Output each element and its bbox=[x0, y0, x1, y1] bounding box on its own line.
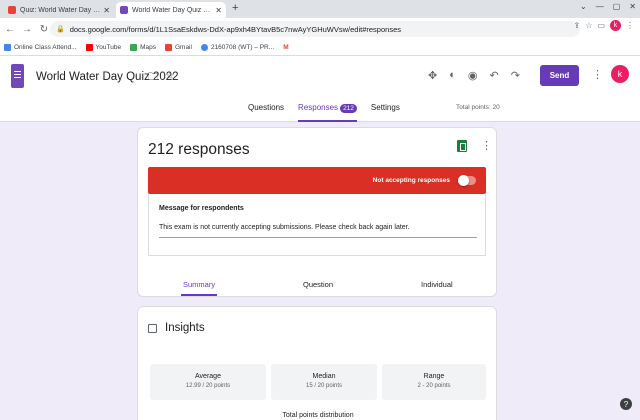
gmail-m-icon: M bbox=[283, 44, 289, 51]
chevron-down-icon[interactable]: ⌄ bbox=[580, 2, 587, 11]
forward-arrow-icon[interactable]: → bbox=[20, 24, 34, 35]
bookmark-online-class[interactable]: Online Class Attend... bbox=[4, 44, 77, 51]
close-window-icon[interactable]: ✕ bbox=[629, 2, 636, 11]
browser-tab-strip: Quiz: World Water Day Permissio ✕ World … bbox=[0, 0, 640, 18]
insights-card: Insights Average 12.99 / 20 points Media… bbox=[137, 306, 497, 420]
tab-questions[interactable]: Questions bbox=[248, 103, 284, 122]
share-icon[interactable]: ⇪ bbox=[574, 21, 581, 30]
stat-value: 15 / 20 points bbox=[305, 383, 343, 389]
total-points: Total points: 20 bbox=[456, 104, 500, 111]
header-actions: ✥ ◐ ◉ ↶ ↷ bbox=[428, 69, 520, 82]
extensions-icon[interactable]: ▭ bbox=[597, 21, 605, 30]
stat-value: 12.99 / 20 points bbox=[185, 383, 231, 389]
accepting-responses-banner: Not accepting responses bbox=[148, 167, 486, 194]
bookmark-label: 2160708 (WT) – PR... bbox=[210, 44, 275, 51]
tab-label: Settings bbox=[370, 103, 400, 112]
lock-icon: 🔒 bbox=[56, 26, 65, 33]
browser-tab-title: Quiz: World Water Day Permissio bbox=[20, 6, 100, 14]
more-options-icon[interactable]: ⋮ bbox=[592, 68, 603, 81]
tab-summary[interactable]: Summary bbox=[180, 280, 218, 296]
globe-icon bbox=[200, 44, 208, 51]
toolbar-actions: ⇪ ☆ ▭ k ⋮ bbox=[574, 20, 634, 31]
browser-menu-icon[interactable]: ⋮ bbox=[626, 21, 634, 30]
new-tab-button[interactable]: + bbox=[232, 2, 238, 14]
stat-value: 2 - 20 points bbox=[417, 383, 451, 389]
bookmark-gmail-m[interactable]: M bbox=[283, 44, 288, 51]
bookmark-youtube[interactable]: YouTube bbox=[85, 44, 122, 51]
bookmark-label: YouTube bbox=[95, 44, 122, 51]
gmail-favicon-icon bbox=[8, 6, 16, 14]
stat-label: Median bbox=[312, 373, 336, 380]
tab-label: Responses bbox=[298, 103, 339, 112]
tab-individual[interactable]: Individual bbox=[421, 280, 453, 289]
account-avatar[interactable]: k bbox=[611, 65, 629, 83]
youtube-icon bbox=[85, 44, 93, 51]
bookmark-star-icon[interactable]: ☆ bbox=[585, 21, 592, 30]
undo-icon[interactable]: ↶ bbox=[489, 69, 498, 82]
browser-toolbar: ← → ↻ 🔒 docs.google.com/forms/d/1L1SsaEs… bbox=[0, 18, 640, 40]
reload-icon[interactable]: ↻ bbox=[37, 24, 51, 35]
browser-tab-title: World Water Day Quiz 2022 - Goo bbox=[132, 6, 212, 14]
browser-tab-forms-edit[interactable]: World Water Day Quiz 2022 - Goo ✕ bbox=[116, 2, 226, 18]
folder-icon[interactable]: 🗀 bbox=[148, 70, 158, 87]
insights-title: Insights bbox=[165, 322, 205, 334]
tab-question[interactable]: Question bbox=[303, 280, 333, 289]
distribution-title: Total points distribution bbox=[282, 412, 354, 419]
stat-label: Range bbox=[423, 373, 445, 380]
stat-median: Median 15 / 20 points bbox=[271, 364, 377, 400]
forms-favicon-icon bbox=[120, 6, 128, 14]
stat-range: Range 2 - 20 points bbox=[382, 364, 486, 400]
bookmarks-bar: Online Class Attend... YouTube Maps Gmai… bbox=[0, 40, 640, 56]
url-text: docs.google.com/forms/d/1L1SsaEskdws-DdX… bbox=[69, 24, 401, 34]
minimize-icon[interactable]: — bbox=[596, 2, 604, 11]
form-tabs: Questions Responses 212 Settings bbox=[248, 103, 414, 122]
close-tab-icon[interactable]: ✕ bbox=[103, 6, 110, 15]
maps-icon bbox=[130, 44, 138, 51]
insights-chart-icon bbox=[148, 324, 157, 333]
forms-header: World Water Day Quiz 2022 🗀 ☆ ✥ ◐ ◉ ↶ ↷ … bbox=[0, 56, 640, 122]
bookmark-label: Online Class Attend... bbox=[14, 44, 77, 51]
bookmark-label: Maps bbox=[140, 44, 156, 51]
help-icon[interactable]: ? bbox=[620, 398, 632, 410]
maximize-icon[interactable]: ▢ bbox=[613, 2, 621, 11]
more-options-icon[interactable]: ⋮ bbox=[481, 139, 492, 152]
message-label: Message for respondents bbox=[159, 205, 244, 212]
tab-settings[interactable]: Settings bbox=[371, 103, 400, 122]
gmail-icon bbox=[164, 44, 172, 51]
responses-count-badge: 212 bbox=[340, 104, 357, 113]
close-tab-icon[interactable]: ✕ bbox=[215, 6, 222, 15]
bookmark-wt[interactable]: 2160708 (WT) – PR... bbox=[200, 44, 275, 51]
window-controls: ⌄ — ▢ ✕ bbox=[580, 2, 636, 11]
palette-icon[interactable]: ◐ bbox=[449, 69, 456, 82]
tab-label: Questions bbox=[248, 103, 285, 112]
bookmark-maps[interactable]: Maps bbox=[130, 44, 156, 51]
stat-average: Average 12.99 / 20 points bbox=[150, 364, 266, 400]
tab-responses[interactable]: Responses 212 bbox=[298, 103, 357, 122]
redo-icon[interactable]: ↷ bbox=[511, 69, 520, 82]
back-arrow-icon[interactable]: ← bbox=[3, 24, 17, 35]
message-underline bbox=[159, 237, 477, 238]
profile-avatar[interactable]: k bbox=[610, 20, 621, 31]
browser-tab-quiz-permission[interactable]: Quiz: World Water Day Permissio ✕ bbox=[4, 2, 114, 18]
responses-heading: 212 responses bbox=[148, 141, 250, 158]
bookmark-gmail[interactable]: Gmail bbox=[164, 44, 192, 51]
forms-logo-icon[interactable] bbox=[11, 64, 24, 88]
responses-card: 212 responses ⋮ Not accepting responses … bbox=[137, 127, 497, 297]
accepting-toggle[interactable] bbox=[458, 175, 476, 186]
sheets-icon[interactable] bbox=[457, 140, 467, 152]
star-icon[interactable]: ☆ bbox=[165, 69, 175, 82]
respondent-message-box: Message for respondents This exam is not… bbox=[148, 194, 486, 256]
bookmark-label: Gmail bbox=[174, 44, 192, 51]
address-bar[interactable]: 🔒 docs.google.com/forms/d/1L1SsaEskdws-D… bbox=[50, 21, 580, 37]
stat-label: Average bbox=[195, 373, 221, 380]
response-view-tabs: Summary Question Individual bbox=[138, 275, 498, 298]
preview-eye-icon[interactable]: ◉ bbox=[468, 69, 478, 82]
send-button[interactable]: Send bbox=[540, 65, 579, 86]
accepting-status-label: Not accepting responses bbox=[372, 177, 450, 184]
addon-puzzle-icon[interactable]: ✥ bbox=[428, 69, 437, 82]
message-text[interactable]: This exam is not currently accepting sub… bbox=[159, 224, 410, 231]
bookmark-icon bbox=[4, 44, 11, 51]
